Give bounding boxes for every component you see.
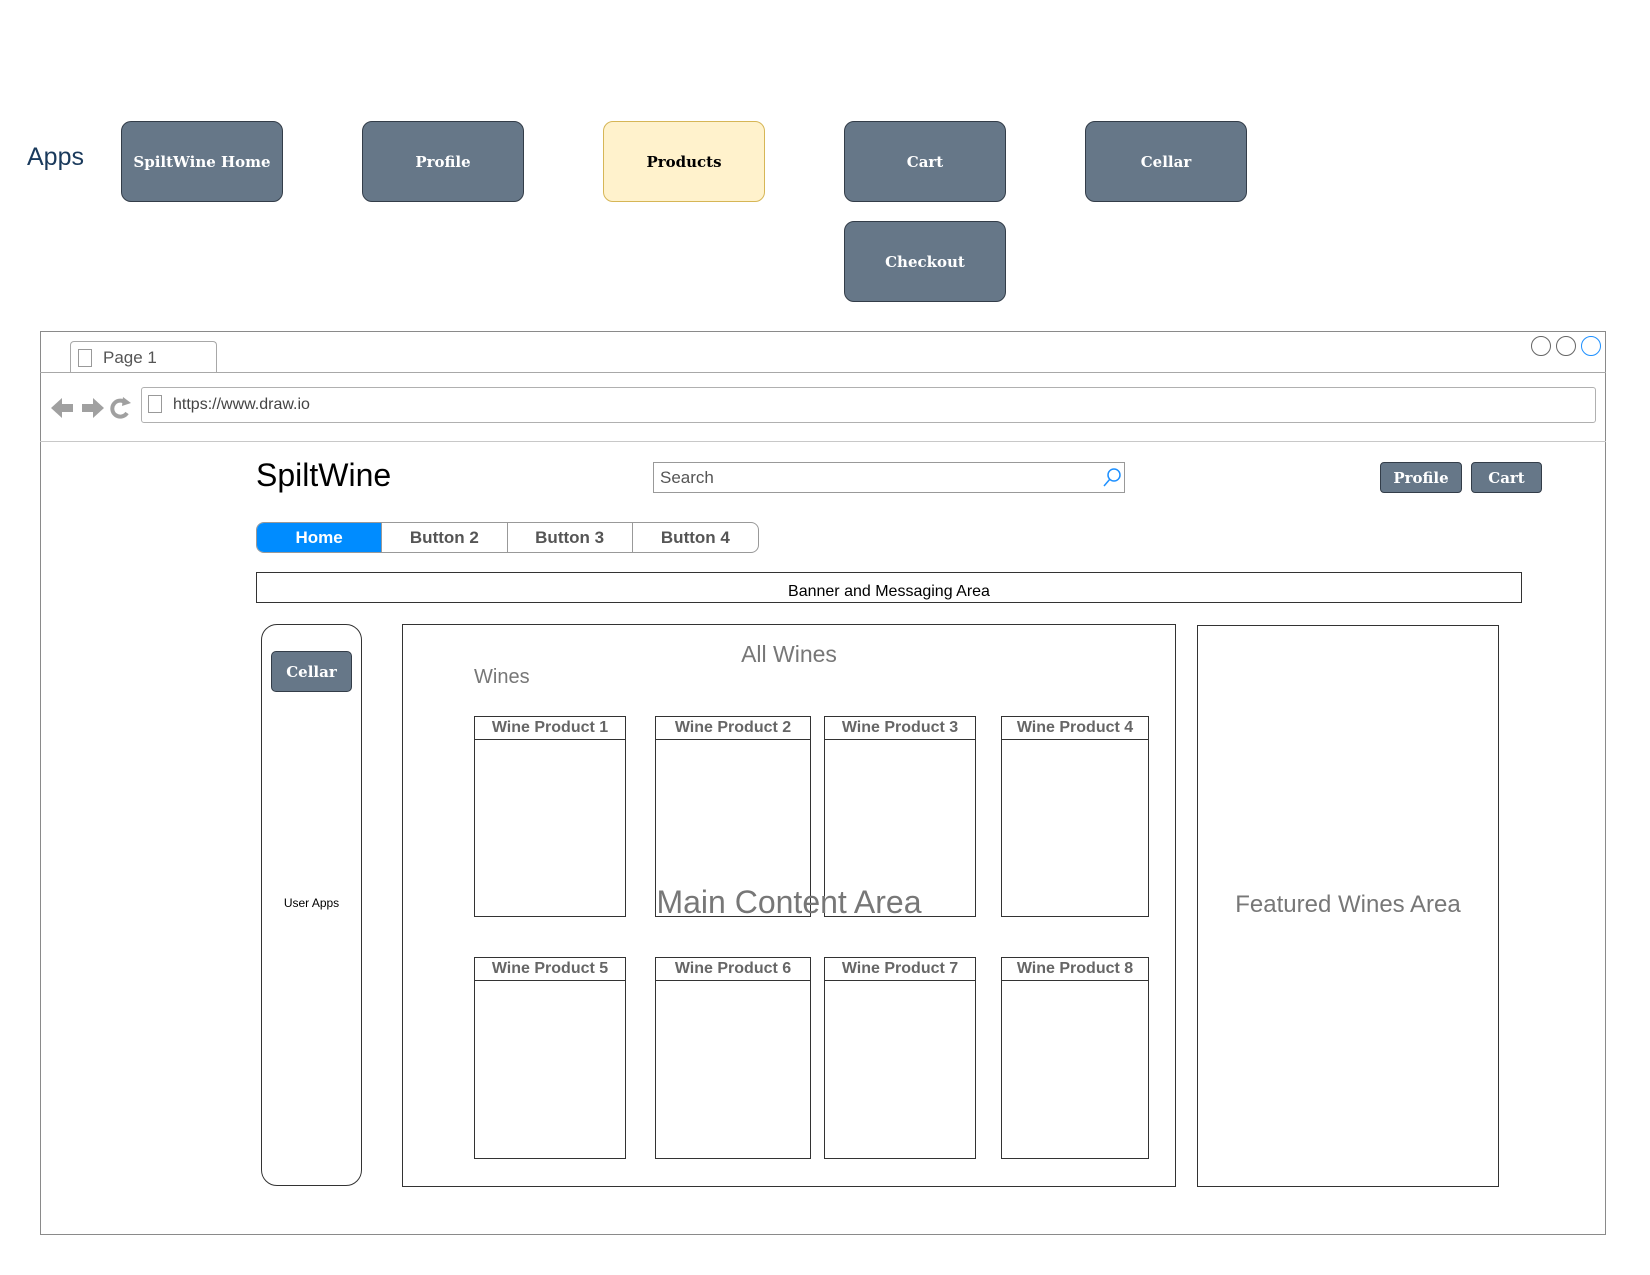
forward-arrow-icon: [82, 398, 104, 418]
wine-product-card[interactable]: Wine Product 1: [474, 716, 626, 917]
wine-product-card[interactable]: Wine Product 6: [655, 957, 811, 1159]
product-title: Wine Product 2: [656, 717, 810, 740]
banner-text: Banner and Messaging Area: [788, 583, 990, 600]
nav-button-3[interactable]: Button 3: [508, 523, 633, 552]
app-products-button[interactable]: Products: [603, 121, 765, 202]
url-text: https://www.draw.io: [173, 396, 310, 413]
wine-product-card[interactable]: Wine Product 8: [1001, 957, 1149, 1159]
product-title: Wine Product 6: [656, 958, 810, 981]
banner-area: Banner and Messaging Area: [256, 572, 1522, 603]
url-page-icon: [148, 395, 162, 413]
tab-label: Page 1: [103, 347, 157, 367]
product-title: Wine Product 8: [1002, 958, 1148, 981]
nav-button-2[interactable]: Button 2: [382, 523, 508, 552]
window-maximize-icon[interactable]: [1556, 336, 1576, 356]
app-checkout-button[interactable]: Checkout: [844, 221, 1006, 302]
wine-product-card[interactable]: Wine Product 4: [1001, 716, 1149, 917]
content-divider: [40, 441, 1606, 442]
page-icon: [78, 349, 92, 367]
tab-divider: [40, 372, 1606, 373]
browser-nav-icons: [51, 397, 131, 419]
window-close-icon[interactable]: [1581, 336, 1601, 356]
window-minimize-icon[interactable]: [1531, 336, 1551, 356]
nav-button-group: Home Button 2 Button 3 Button 4: [256, 522, 759, 553]
wine-product-card[interactable]: Wine Product 3: [824, 716, 976, 917]
product-title: Wine Product 3: [825, 717, 975, 740]
apps-label: Apps: [27, 143, 84, 171]
featured-wines-label: Featured Wines Area: [1235, 891, 1461, 918]
nav-home-button[interactable]: Home: [257, 523, 383, 552]
all-wines-title: All Wines: [741, 641, 837, 667]
search-input[interactable]: Search: [653, 462, 1125, 493]
wine-product-card[interactable]: Wine Product 2: [655, 716, 811, 917]
wine-product-card[interactable]: Wine Product 5: [474, 957, 626, 1159]
app-cellar-button[interactable]: Cellar: [1085, 121, 1247, 202]
product-title: Wine Product 5: [475, 958, 625, 981]
product-title: Wine Product 1: [475, 717, 625, 740]
user-apps-label: User Apps: [283, 896, 340, 910]
search-placeholder: Search: [660, 467, 714, 487]
sidebar-cellar-button[interactable]: Cellar: [271, 651, 352, 692]
header-cart-button[interactable]: Cart: [1471, 462, 1542, 493]
app-spiltwine-home-button[interactable]: SpiltWine Home: [121, 121, 283, 202]
wine-product-card[interactable]: Wine Product 7: [824, 957, 976, 1159]
app-cart-button[interactable]: Cart: [844, 121, 1006, 202]
nav-button-4[interactable]: Button 4: [633, 523, 758, 552]
back-arrow-icon: [51, 398, 73, 418]
product-title: Wine Product 7: [825, 958, 975, 981]
product-title: Wine Product 4: [1002, 717, 1148, 740]
browser-tab[interactable]: Page 1: [70, 341, 217, 373]
wines-section-label: Wines: [474, 666, 530, 688]
site-brand[interactable]: SpiltWine: [256, 457, 391, 494]
search-icon[interactable]: [1101, 466, 1123, 488]
url-bar[interactable]: https://www.draw.io: [141, 387, 1596, 423]
header-profile-button[interactable]: Profile: [1380, 462, 1462, 493]
app-profile-button[interactable]: Profile: [362, 121, 524, 202]
